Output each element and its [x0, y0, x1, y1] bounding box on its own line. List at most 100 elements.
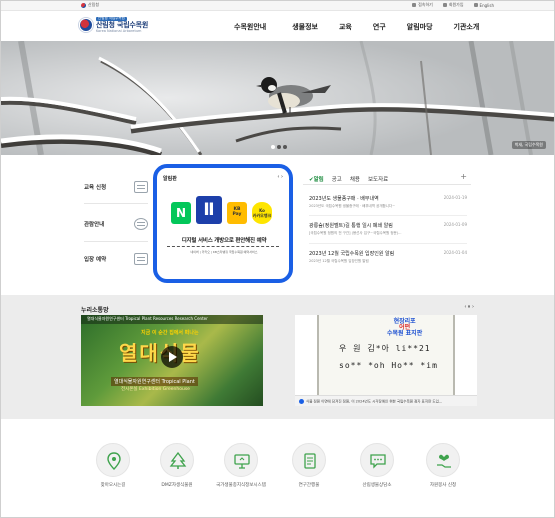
- news-board: ✔알림 공고 채용 보도자료 + 2023년도 생물종구매 · 배부내역 202…: [303, 172, 471, 281]
- divider: [309, 215, 467, 216]
- shortcut-directions[interactable]: 찾아오시는길: [83, 443, 143, 489]
- notice-panel-title: 알림판: [163, 176, 177, 182]
- video-caption: 열대식물자원연구센터 Tropical Plant: [111, 377, 198, 386]
- taegeuk-icon: [81, 2, 86, 8]
- shortcut-label: 산림생물상담소: [362, 483, 392, 488]
- video-thumbnail-signboard[interactable]: 현장리포 어떤 수목원 표지판 우 원 김*아 li**21 so** *oh …: [295, 315, 477, 406]
- quick-link-reservation[interactable]: 입장 예약: [84, 253, 148, 265]
- document-icon: [292, 443, 326, 477]
- tree-icon: [160, 443, 194, 477]
- video-subtitle: 지금 이 순간 집에서 떠나는: [141, 330, 199, 336]
- shortcut-label: 찾아오시는길: [100, 483, 126, 488]
- logo-english: Korea National Arboretum: [96, 28, 142, 33]
- shortcut-label: 국가생물종지식정보시스템: [216, 483, 266, 488]
- hero-pagination[interactable]: [271, 145, 287, 149]
- lock-icon: [412, 3, 417, 7]
- divider: [167, 246, 279, 247]
- globe-icon: [473, 3, 478, 7]
- whiteboard-image: 현장리포 어떤 수목원 표지판 우 원 김*아 li**21 so** *oh …: [317, 315, 455, 396]
- play-icon[interactable]: [161, 346, 183, 368]
- shortcut-volunteer[interactable]: 자원봉사 신청: [413, 443, 473, 489]
- service-shortcuts: 찾아오시는길 DMZ자생식물원 국가생물종지식정보시스템 연구간행물 산림생물상…: [1, 419, 554, 517]
- utility-links: 접속하기 회원가입 English: [412, 2, 494, 8]
- signup-link[interactable]: 회원가입: [442, 2, 464, 8]
- kbpay-logo: KB Pay: [227, 202, 247, 224]
- nav-item-research[interactable]: 연구: [373, 22, 386, 32]
- media-slider-controls[interactable]: ‹ ⏸ ›: [464, 304, 474, 310]
- utility-bar: 산림청 접속하기 회원가입 English: [1, 1, 554, 11]
- kakaobank-logo: Ko 카카오뱅크: [252, 202, 272, 224]
- divider: [84, 203, 148, 204]
- map-pin-icon: [96, 443, 130, 477]
- notice-fineprint: 네이버 | 카카오 | KB스타뱅킹 국립수목원 예약서비스: [190, 250, 258, 254]
- shortcut-species-system[interactable]: 국가생물종지식정보시스템: [211, 443, 271, 489]
- video-thumbnail-tropical[interactable]: 열대식물자원연구센터 Tropical Plant Resources Rese…: [81, 315, 263, 406]
- hero-image: [1, 41, 554, 155]
- quick-link-label: 입장 예약: [84, 257, 107, 263]
- list-item[interactable]: 2023년 12월 국립수목원 입장인원 알림 2024-01-04 2023년…: [309, 250, 467, 264]
- megaphone-icon: [134, 218, 148, 230]
- nav-item-bio-info[interactable]: 생물정보: [292, 22, 318, 32]
- hero-banner[interactable]: 박새, 국립수목원: [1, 41, 554, 155]
- header: 산림청 국립수목원 산림청 국립수목원 Korea National Arbor…: [1, 11, 554, 41]
- video-label: 현장리포 어떤 수목원 표지판: [387, 318, 423, 337]
- list-item[interactable]: 2023년도 생물종구매 · 배부내역 2024-01-19 2023년도 국립…: [309, 195, 467, 209]
- board-text-line: so** *oh Ho** *im: [339, 361, 438, 370]
- video-caption: 전시온실 Exhibition Greenhouse: [121, 387, 190, 392]
- board-text-line: 우 원 김*아 li**21: [339, 344, 431, 353]
- emblem-icon: [79, 18, 93, 32]
- info-icon: [299, 399, 304, 404]
- brand-logo: Ⅱ: [196, 196, 222, 224]
- chat-icon: [360, 443, 394, 477]
- nav-item-arboretum-guide[interactable]: 수목원안내: [234, 22, 266, 32]
- shortcut-publications[interactable]: 연구간행물: [279, 443, 339, 489]
- more-button[interactable]: +: [460, 172, 467, 181]
- list-item[interactable]: 광릉숲(정원벨트)길 통행 일시 폐쇄 알림 2024-01-09 [국립수목원…: [309, 222, 467, 236]
- nav-item-notice-board[interactable]: 알림마당: [407, 22, 433, 32]
- tab-press-release[interactable]: 보도자료: [368, 175, 388, 183]
- video-description: 식물 정원 이면에 담겨진 정원, 이 2024년도 시각장애인 위한 국립수목…: [295, 395, 477, 406]
- calendar-icon: [134, 181, 148, 193]
- quick-link-visit-guide[interactable]: 관람안내: [84, 218, 148, 230]
- hero-dot[interactable]: [283, 145, 287, 149]
- hero-dot[interactable]: [277, 145, 281, 149]
- english-link[interactable]: English: [473, 2, 494, 8]
- divider: [309, 243, 467, 244]
- hero-caption: 박새, 국립수목원: [511, 141, 546, 149]
- board-tabs: ✔알림 공고 채용 보도자료 +: [303, 172, 471, 185]
- shortcut-consulting[interactable]: 산림생물상담소: [347, 443, 407, 489]
- shortcut-dmz-garden[interactable]: DMZ자생식물원: [147, 443, 207, 489]
- user-icon: [442, 3, 447, 7]
- notice-panel-nav[interactable]: ‹ ›: [277, 174, 283, 180]
- shortcut-label: 자원봉사 신청: [429, 483, 457, 488]
- quick-link-label: 교육 신청: [84, 185, 107, 191]
- notice-message: 디지털 서비스 개방으로 편안해진 예약: [181, 238, 267, 244]
- login-link[interactable]: 접속하기: [412, 2, 433, 8]
- shortcut-label: DMZ자생식물원: [161, 483, 193, 488]
- site-logo[interactable]: 산림청 국립수목원 산림청 국립수목원 Korea National Arbor…: [79, 16, 149, 33]
- media-section: 누리소통망 ‹ ⏸ › 열대식물자원연구센터 Tropical Plant Re…: [1, 295, 554, 419]
- media-section-title: 누리소통망: [81, 307, 109, 314]
- video-band: 열대식물자원연구센터 Tropical Plant Resources Rese…: [81, 315, 263, 324]
- tab-notice[interactable]: ✔알림: [309, 175, 324, 183]
- video-title: 열대식물: [119, 341, 201, 365]
- naver-logo: N: [171, 202, 191, 224]
- quick-link-label: 관람안내: [84, 222, 105, 228]
- notice-panel[interactable]: 알림판 ‹ › N Ⅱ KB Pay Ko 카카오뱅크 디지털 서비스 개방으로 편…: [153, 164, 293, 283]
- page: 산림청 접속하기 회원가입 English 산림청 국립수목원 산림청 국립수목…: [0, 0, 555, 518]
- logo-korean: 산림청 국립수목원: [96, 20, 149, 29]
- quick-link-education[interactable]: 교육 신청: [84, 181, 148, 193]
- tab-recruitment[interactable]: 채용: [350, 175, 360, 183]
- monitor-icon: [224, 443, 258, 477]
- divider: [84, 241, 148, 242]
- main-nav: 수목원안내 생물정보 교육 연구 알림마당 기관소개: [234, 22, 479, 32]
- gov-link[interactable]: 산림청: [81, 2, 99, 8]
- ticket-icon: [134, 253, 148, 265]
- shortcut-label: 연구간행물: [298, 483, 320, 488]
- nav-item-about[interactable]: 기관소개: [454, 22, 480, 32]
- heart-hand-icon: [426, 443, 460, 477]
- tab-announcement[interactable]: 공고: [332, 175, 342, 183]
- payment-logos: N Ⅱ KB Pay Ko 카카오뱅크: [171, 196, 272, 224]
- nav-item-education[interactable]: 교육: [339, 22, 352, 32]
- hero-dot[interactable]: [271, 145, 275, 149]
